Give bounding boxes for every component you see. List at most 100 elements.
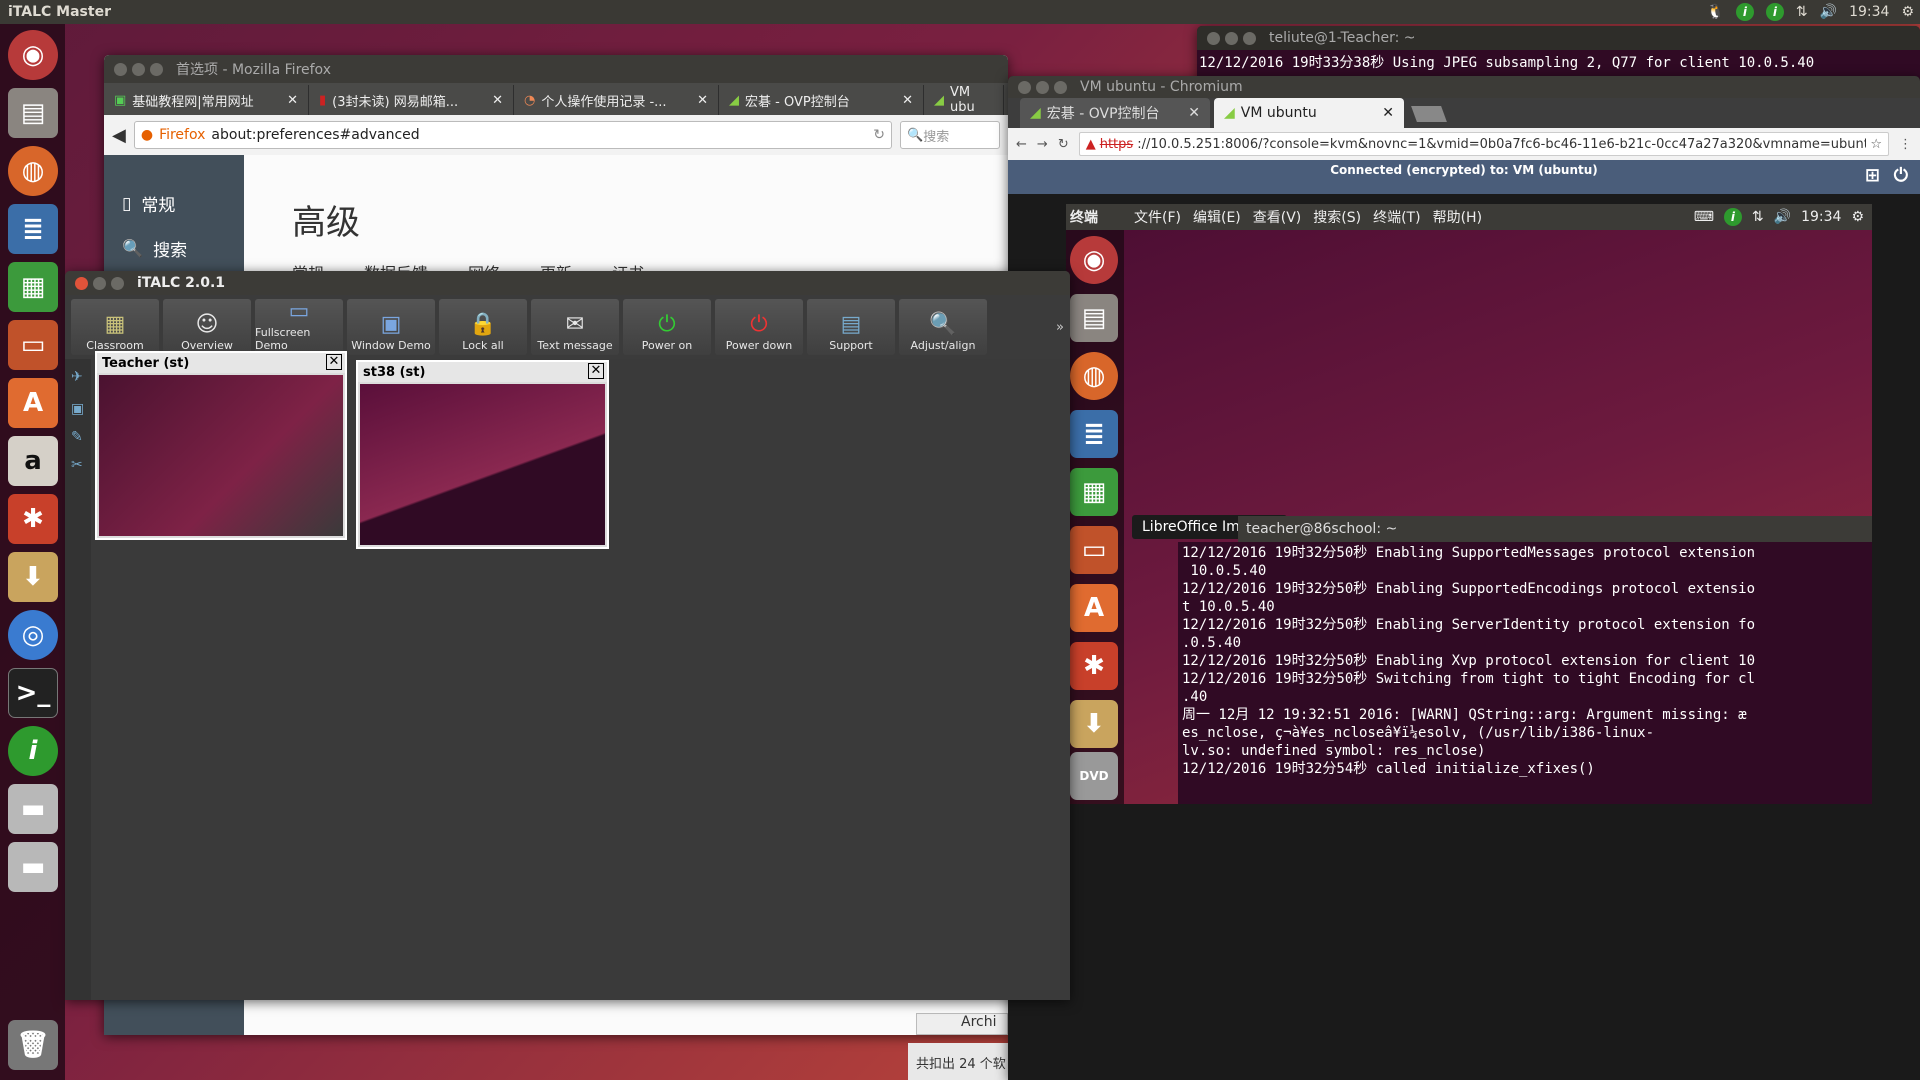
lock-all-button[interactable]: 🔒 Lock all xyxy=(439,299,527,355)
minimize-button[interactable] xyxy=(1036,80,1049,94)
side-tool-3-icon[interactable]: ✎ xyxy=(65,423,91,451)
search-input[interactable]: 🔍 搜索 xyxy=(900,121,1000,149)
italc-master-icon[interactable]: i xyxy=(1765,3,1784,21)
minimize-button[interactable] xyxy=(93,276,106,290)
menu-view[interactable]: 查看(V) xyxy=(1253,207,1302,227)
vm-clock[interactable]: 19:34 xyxy=(1801,209,1841,225)
archive-button[interactable]: Archi xyxy=(916,1013,1008,1035)
vm-software-icon[interactable]: A xyxy=(1070,584,1118,632)
drive2-icon[interactable]: ▬ xyxy=(8,842,58,892)
network-icon[interactable]: ⇅ xyxy=(1796,4,1808,20)
vm-settings-icon[interactable]: ✱ xyxy=(1070,642,1118,690)
ubuntu-dash-icon[interactable]: ◉ xyxy=(8,30,58,80)
vm-archive-icon[interactable]: ⬇ xyxy=(1070,700,1118,748)
chromium-tab-2[interactable]: ◢ VM ubuntu ✕ xyxy=(1214,98,1404,128)
trash-icon[interactable]: 🗑 xyxy=(8,1020,58,1070)
italc-launcher-icon[interactable]: i xyxy=(8,726,58,776)
back-icon[interactable]: ← xyxy=(1016,137,1027,152)
menu-edit[interactable]: 编辑(E) xyxy=(1193,207,1241,227)
italc-icon[interactable]: i xyxy=(1723,208,1742,226)
classroom-button[interactable]: ▦ Classroom xyxy=(71,299,159,355)
penguin-icon[interactable]: 🐧 xyxy=(1706,4,1723,20)
impress-icon[interactable]: ▭ xyxy=(8,320,58,370)
settings-icon[interactable]: ✱ xyxy=(8,494,58,544)
volume-icon[interactable]: 🔊 xyxy=(1774,209,1791,225)
volume-icon[interactable]: 🔊 xyxy=(1820,4,1837,20)
chromium-tab-1[interactable]: ◢ 宏碁 - OVP控制台 ✕ xyxy=(1020,98,1210,128)
maximize-button[interactable] xyxy=(1243,31,1256,45)
menu-help[interactable]: 帮助(H) xyxy=(1433,207,1482,227)
client-thumbnail-teacher[interactable]: Teacher (st) ✕ xyxy=(95,351,347,540)
close-button[interactable] xyxy=(1018,80,1031,94)
close-icon[interactable]: ✕ xyxy=(1188,105,1200,121)
vm-dvd-icon[interactable]: DVD xyxy=(1070,752,1118,800)
sidebar-item-general[interactable]: ▯ 常规 xyxy=(104,155,244,217)
close-icon[interactable]: ✕ xyxy=(287,93,298,108)
italc-icon[interactable]: i xyxy=(1735,3,1754,21)
vm-calc-icon[interactable]: ▦ xyxy=(1070,468,1118,516)
toolbar-overflow-icon[interactable]: » xyxy=(1056,320,1064,335)
close-button[interactable] xyxy=(75,276,88,290)
chromium-icon[interactable]: ◎ xyxy=(8,610,58,660)
star-icon[interactable]: ☆ xyxy=(1870,137,1882,152)
drive-icon[interactable]: ▬ xyxy=(8,784,58,834)
close-button[interactable] xyxy=(1207,31,1220,45)
back-icon[interactable]: ◀ xyxy=(112,125,126,146)
vm-ubuntu-icon[interactable]: ◉ xyxy=(1070,236,1118,284)
reload-icon[interactable]: ↻ xyxy=(873,127,885,143)
tab-1[interactable]: ▣ 基础教程网|常用网址 ✕ xyxy=(104,85,309,115)
forward-icon[interactable]: → xyxy=(1037,137,1048,152)
amazon-icon[interactable]: a xyxy=(8,436,58,486)
files-icon[interactable]: ▤ xyxy=(8,88,58,138)
vm-writer-icon[interactable]: ≣ xyxy=(1070,410,1118,458)
new-tab-button[interactable] xyxy=(1411,106,1447,122)
menu-terminal[interactable]: 终端(T) xyxy=(1373,207,1420,227)
maximize-button[interactable] xyxy=(111,276,124,290)
close-icon[interactable]: ✕ xyxy=(588,363,604,379)
close-icon[interactable]: ✕ xyxy=(1382,105,1394,121)
minimize-button[interactable] xyxy=(132,62,145,76)
gear-icon[interactable]: ⚙ xyxy=(1901,4,1914,20)
software-center-icon[interactable]: A xyxy=(8,378,58,428)
overview-button[interactable]: ☺ Overview xyxy=(163,299,251,355)
reload-icon[interactable]: ↻ xyxy=(1058,137,1069,152)
menu-file[interactable]: 文件(F) xyxy=(1134,207,1181,227)
support-button[interactable]: ▤ Support xyxy=(807,299,895,355)
gear-icon[interactable]: ⚙ xyxy=(1851,209,1864,225)
terminal-icon[interactable]: >_ xyxy=(8,668,58,718)
network-icon[interactable]: ⇅ xyxy=(1752,209,1764,225)
vm-impress-icon[interactable]: ▭ xyxy=(1070,526,1118,574)
close-icon[interactable]: ✕ xyxy=(902,93,913,108)
vm-files-icon[interactable]: ▤ xyxy=(1070,294,1118,342)
tab-4[interactable]: ◢ 宏碁 - OVP控制台 ✕ xyxy=(719,85,924,115)
close-icon[interactable]: ✕ xyxy=(326,354,342,370)
vm-terminal-body[interactable]: 12/12/2016 19时32分50秒 Enabling SupportedM… xyxy=(1178,542,1872,804)
fullscreen-demo-button[interactable]: ▭ Fullscreen Demo xyxy=(255,299,343,355)
client-thumbnail-st38[interactable]: st38 (st) ✕ xyxy=(356,360,609,549)
chromium-url-bar[interactable]: ▲ https ://10.0.5.251:8006/?console=kvm&… xyxy=(1078,132,1889,156)
writer-icon[interactable]: ≣ xyxy=(8,204,58,254)
sidebar-item-search[interactable]: 🔍 搜索 xyxy=(104,216,244,262)
minimize-button[interactable] xyxy=(1225,31,1238,45)
power-on-button[interactable]: ⏻ Power on xyxy=(623,299,711,355)
tab-5[interactable]: ◢ VM ubu xyxy=(924,85,1004,115)
url-bar[interactable]: ● Firefox about:preferences#advanced ↻ xyxy=(133,121,892,149)
maximize-button[interactable] xyxy=(1054,80,1067,94)
close-icon[interactable]: ✕ xyxy=(697,93,708,108)
close-icon[interactable]: ✕ xyxy=(492,93,503,108)
power-icon[interactable]: ⏻ xyxy=(1894,166,1908,186)
tab-3[interactable]: ◔ 个人操作使用记录 -... ✕ xyxy=(514,85,719,115)
vm-screen[interactable]: 终端 文件(F) 编辑(E) 查看(V) 搜索(S) 终端(T) 帮助(H) ⌨… xyxy=(1066,204,1872,804)
keyboard-icon[interactable]: ⌨ xyxy=(1694,209,1714,225)
menu-icon[interactable]: ⋮ xyxy=(1899,137,1912,152)
firefox-icon[interactable]: ◍ xyxy=(8,146,58,196)
adjust-align-button[interactable]: 🔍 Adjust/align xyxy=(899,299,987,355)
maximize-button[interactable] xyxy=(150,62,163,76)
vm-firefox-icon[interactable]: ◍ xyxy=(1070,352,1118,400)
close-button[interactable] xyxy=(114,62,127,76)
window-demo-button[interactable]: ▣ Window Demo xyxy=(347,299,435,355)
text-message-button[interactable]: ✉ Text message xyxy=(531,299,619,355)
power-down-button[interactable]: ⏻ Power down xyxy=(715,299,803,355)
side-tool-4-icon[interactable]: ✂ xyxy=(65,451,91,479)
menu-search[interactable]: 搜索(S) xyxy=(1313,207,1361,227)
